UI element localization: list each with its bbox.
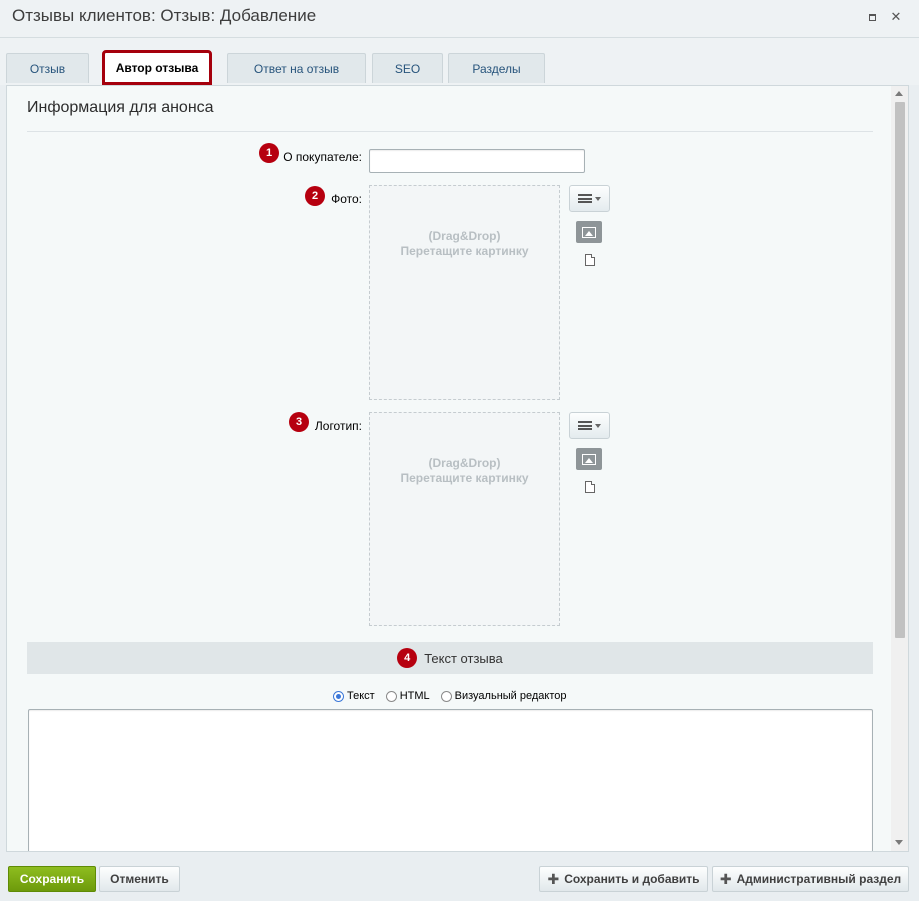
scrollbar[interactable] xyxy=(891,86,908,851)
cancel-button[interactable]: Отменить xyxy=(99,866,180,892)
chevron-down-icon xyxy=(595,196,601,201)
step-badge-3: 3 xyxy=(289,412,309,432)
step-badge-4: 4 xyxy=(397,648,418,668)
mode-html-label: HTML xyxy=(399,690,430,702)
maximize-icon[interactable] xyxy=(864,9,880,25)
photo-drop-text: Перетащите картинку xyxy=(400,244,529,258)
save-and-add-button[interactable]: ✚ Сохранить и добавить xyxy=(539,866,708,892)
footer-bar: Сохранить Отменить ✚ Сохранить и добавит… xyxy=(0,852,919,901)
review-text-area[interactable] xyxy=(28,709,873,851)
save-button[interactable]: Сохранить xyxy=(8,866,96,892)
editor-mode-group: Текст HTML Визуальный редактор xyxy=(333,690,578,702)
review-text-title: Текст отзыва xyxy=(424,650,503,666)
chevron-down-icon xyxy=(595,423,601,428)
scroll-down-icon[interactable] xyxy=(895,840,903,845)
photo-menu-button[interactable] xyxy=(569,185,610,212)
image-icon xyxy=(582,226,596,238)
photo-file-icon[interactable] xyxy=(585,254,595,266)
logo-image-button[interactable] xyxy=(576,448,602,470)
step-badge-1: 1 xyxy=(259,143,279,163)
photo-image-button[interactable] xyxy=(576,221,602,243)
logo-file-icon[interactable] xyxy=(585,481,595,493)
window-titlebar: Отзывы клиентов: Отзыв: Добавление ✕ xyxy=(0,0,919,38)
mode-text-label: Текст xyxy=(347,690,375,702)
scrollbar-thumb[interactable] xyxy=(895,102,905,638)
tab-review[interactable]: Отзыв xyxy=(6,53,89,83)
logo-dropzone[interactable]: (Drag&Drop) Перетащите картинку xyxy=(369,412,560,626)
menu-icon xyxy=(578,194,592,203)
save-and-add-label: Сохранить и добавить xyxy=(564,872,700,886)
tab-review-author[interactable]: Автор отзыва xyxy=(102,50,212,85)
admin-section-button[interactable]: ✚ Административный раздел xyxy=(712,866,909,892)
menu-icon xyxy=(578,421,592,430)
mode-html-radio[interactable]: HTML xyxy=(385,690,430,702)
logo-label: Логотип: xyxy=(314,419,362,433)
tab-review-answer[interactable]: Ответ на отзыв xyxy=(227,53,366,83)
mode-visual-label: Визуальный редактор xyxy=(454,690,567,702)
plus-icon: ✚ xyxy=(547,870,560,887)
customer-input[interactable] xyxy=(369,149,585,173)
admin-section-label: Административный раздел xyxy=(736,872,902,886)
step-badge-2: 2 xyxy=(305,186,325,206)
section-divider xyxy=(27,131,873,132)
mode-text-radio[interactable]: Текст xyxy=(333,690,375,702)
plus-icon: ✚ xyxy=(719,870,732,887)
logo-drop-hint: (Drag&Drop) xyxy=(428,456,501,470)
customer-label: О покупателе: xyxy=(283,150,362,164)
review-text-header: 4 Текст отзыва xyxy=(27,642,873,674)
window-title: Отзывы клиентов: Отзыв: Добавление xyxy=(12,6,317,25)
close-icon[interactable]: ✕ xyxy=(888,9,904,25)
form-panel: Информация для анонса 1 О покупателе: 2 … xyxy=(6,85,909,852)
tab-seo[interactable]: SEO xyxy=(372,53,443,83)
section-title: Информация для анонса xyxy=(27,99,214,116)
scroll-up-icon[interactable] xyxy=(895,91,903,96)
tab-bar: Отзыв Автор отзыва Ответ на отзыв SEO Ра… xyxy=(0,38,919,85)
photo-dropzone[interactable]: (Drag&Drop) Перетащите картинку xyxy=(369,185,560,400)
photo-label: Фото: xyxy=(331,192,362,206)
logo-menu-button[interactable] xyxy=(569,412,610,439)
tab-sections[interactable]: Разделы xyxy=(448,53,545,83)
mode-visual-radio[interactable]: Визуальный редактор xyxy=(440,690,567,702)
photo-drop-hint: (Drag&Drop) xyxy=(428,229,501,243)
image-icon xyxy=(582,453,596,465)
logo-drop-text: Перетащите картинку xyxy=(400,471,529,485)
